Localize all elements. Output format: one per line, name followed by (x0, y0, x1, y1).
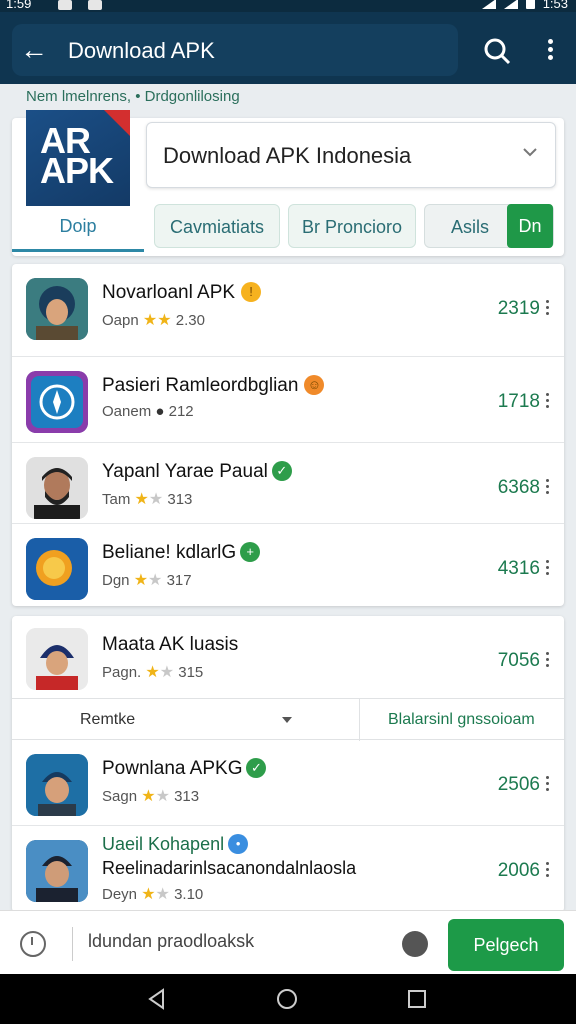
signal-icon (481, 0, 496, 9)
bearded-man-icon (26, 457, 88, 519)
search-input[interactable]: ldundan praodloaksk (88, 931, 254, 952)
item-menu-icon[interactable] (546, 300, 550, 318)
list-item[interactable]: Beliane! kdlarlG + Dgn ★★ 317 4316 (12, 524, 564, 606)
nav-recents-icon[interactable] (406, 988, 428, 1010)
notification-icon (58, 0, 72, 10)
app-name: Yapanl Yarae Paual ✓ (102, 461, 292, 483)
beanie-man-icon (26, 754, 88, 816)
app-name: Pownlana APKG ✓ (102, 758, 267, 780)
list-item[interactable]: Pasieri Ramleordbglian ☺ Oanem ● 212 1718 (12, 357, 564, 443)
item-menu-icon[interactable] (546, 652, 550, 670)
battery-icon (525, 0, 535, 9)
helmet-person-icon (26, 278, 88, 340)
download-count: 4316 (497, 558, 540, 579)
status-clock-right: 1:53 (542, 0, 568, 11)
list-item[interactable]: Maata AK luasis Pagn. ★★ 315 7056 (12, 616, 564, 698)
nav-back-icon[interactable] (146, 988, 168, 1010)
tab-cavmiatiats[interactable]: Cavmiatiats (154, 204, 280, 248)
coin-app-icon (26, 538, 88, 600)
submit-button[interactable]: Pelgech (448, 919, 564, 971)
hero-card: AR APK Download APK Indonesia Doip Cavmi… (12, 110, 564, 256)
app-meta: Oapn ★★ 2.30 (102, 312, 205, 329)
item-menu-icon[interactable] (546, 560, 550, 578)
item-menu-icon[interactable] (546, 479, 550, 497)
warning-emoji-icon: ! (241, 282, 262, 302)
chevron-down-icon (523, 148, 537, 157)
list-item[interactable]: Novarloanl APK! Oapn ★★ 2.30 2319 (12, 264, 564, 357)
tab-label: Asils (451, 217, 490, 237)
app-meta: Tam ★★ 313 (102, 491, 193, 508)
region-dropdown[interactable]: Download APK Indonesia (146, 122, 556, 188)
status-time: 1:59 (6, 0, 32, 11)
download-count: 6368 (497, 477, 540, 498)
tab-underline (12, 249, 144, 252)
list-item[interactable]: Uaeil Kohapenl • Reelinadarinlsacanondaln… (12, 826, 564, 910)
tab-dn-toggle[interactable]: Dn (507, 204, 553, 248)
bottom-input-bar: ldundan praodloaksk Pelgech (0, 910, 576, 974)
list-item[interactable]: Yapanl Yarae Paual ✓ Tam ★★ 313 6368 (12, 443, 564, 524)
tab-label: Doip (59, 216, 97, 236)
app-meta: Sagn ★★ 313 (102, 788, 200, 805)
app-meta: Deyn ★★ 3.10 (102, 886, 204, 903)
download-notification-icon (88, 0, 102, 10)
caret-down-icon (282, 717, 292, 723)
download-count: 7056 (497, 650, 540, 671)
tab-doip[interactable]: Doip (12, 204, 144, 252)
status-bar: 1:59 1:53 (0, 0, 576, 12)
overflow-menu-icon[interactable] (538, 36, 562, 66)
ar-apk-logo: AR APK (26, 110, 130, 206)
download-count: 2506 (497, 774, 540, 795)
app-name: Beliane! kdlarlG + (102, 542, 261, 564)
emoji-icon: ☺ (304, 375, 325, 395)
item-menu-icon[interactable] (546, 862, 550, 880)
divider (72, 927, 73, 961)
download-count: 2319 (497, 298, 540, 319)
app-list-card-2: Maata AK luasis Pagn. ★★ 315 7056 Remtke… (12, 616, 564, 912)
logo-line2: APK (40, 150, 114, 191)
subheading: Nem lmelnrens, • Drdgonlilosing (26, 88, 240, 105)
dropdown-value: Download APK Indonesia (163, 143, 412, 168)
download-count: 1718 (497, 391, 540, 412)
app-meta: Oanem ● 212 (102, 403, 194, 420)
page-title: Download APK (68, 38, 215, 63)
app-subtitle: Reelinadarinlsacanondalnlaosla (102, 858, 357, 878)
logo-flag (104, 110, 130, 136)
app-name: Uaeil Kohapenl • (102, 834, 249, 855)
system-nav-bar (0, 974, 576, 1024)
history-icon[interactable] (20, 931, 46, 957)
app-bar: ← Download APK (0, 12, 576, 84)
filter-label: Remtke (80, 711, 136, 728)
add-badge-icon: + (240, 542, 261, 562)
nav-home-icon[interactable] (276, 988, 298, 1010)
app-list-card: Novarloanl APK! Oapn ★★ 2.30 2319 Pasier… (12, 264, 564, 606)
app-name: Maata AK luasis (102, 634, 239, 655)
app-name: Pasieri Ramleordbglian ☺ (102, 375, 325, 397)
tab-br-proncioro[interactable]: Br Proncioro (288, 204, 416, 248)
list-item[interactable]: Pownlana APKG ✓ Sagn ★★ 313 2506 (12, 740, 564, 826)
verified-icon: ✓ (246, 758, 267, 778)
filter-bar: Remtke Blalarsinl gnssoioam (12, 698, 564, 741)
app-name: Novarloanl APK! (102, 282, 262, 304)
cap-man-icon (26, 840, 88, 902)
download-count: 2006 (497, 860, 540, 881)
search-icon[interactable] (482, 36, 512, 66)
chat-badge-icon: • (228, 834, 249, 854)
item-menu-icon[interactable] (546, 393, 550, 411)
filter-dropdown[interactable]: Remtke (12, 699, 360, 741)
compass-app-icon (26, 371, 88, 433)
emoji-picker-icon[interactable] (402, 931, 428, 957)
app-meta: Dgn ★★ 317 (102, 572, 192, 589)
back-arrow-icon[interactable]: ← (18, 34, 50, 66)
cap-person-icon (26, 628, 88, 690)
app-meta: Pagn. ★★ 315 (102, 664, 204, 681)
verified-icon: ✓ (271, 461, 292, 481)
filter-link[interactable]: Blalarsinl gnssoioam (388, 711, 535, 729)
item-menu-icon[interactable] (546, 776, 550, 794)
tab-asils[interactable]: Asils Dn (424, 204, 554, 248)
wifi-icon (503, 0, 518, 9)
